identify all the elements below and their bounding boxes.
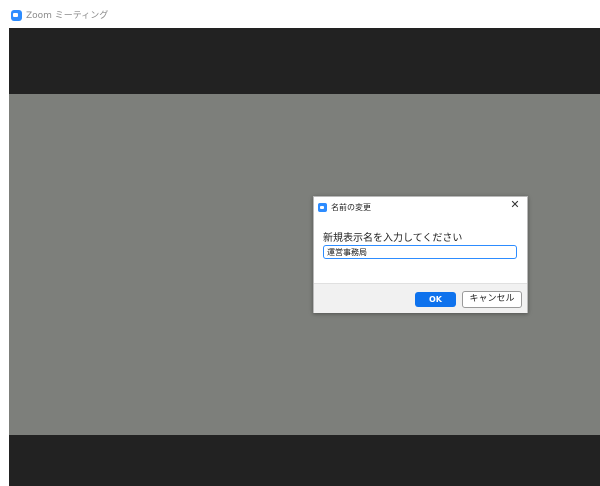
close-icon[interactable]: ✕ <box>509 199 521 211</box>
dialog-title: 名前の変更 <box>331 203 371 212</box>
zoom-logo-icon <box>11 10 22 21</box>
display-name-input[interactable] <box>323 245 517 259</box>
cancel-button[interactable]: キャンセル <box>462 291 522 308</box>
window-title: Zoom ミーティング <box>26 11 109 21</box>
dialog-footer: OK キャンセル <box>314 283 527 313</box>
rename-prompt: 新規表示名を入力してください <box>323 233 463 244</box>
rename-dialog: 名前の変更 ✕ 新規表示名を入力してください OK キャンセル <box>313 196 528 313</box>
zoom-logo-icon <box>318 203 327 212</box>
zoom-meeting-window: Zoom ミーティング 名前の変更 ✕ 新規表示名を入力してください OK キャ… <box>0 0 600 486</box>
title-bar: Zoom ミーティング <box>0 0 600 28</box>
ok-button[interactable]: OK <box>415 292 456 307</box>
